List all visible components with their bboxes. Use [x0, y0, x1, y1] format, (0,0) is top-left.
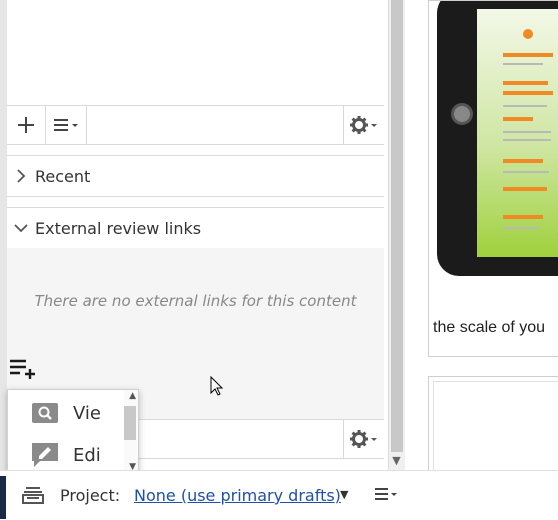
tablet-screen-line — [503, 227, 539, 229]
tablet-screen-line — [503, 117, 533, 121]
preview-inner-frame — [433, 381, 558, 483]
menu-item-label: Edi — [73, 444, 101, 466]
chevron-right-icon — [7, 169, 35, 183]
chevron-down-icon[interactable]: ▼ — [340, 488, 348, 501]
tablet-logo — [523, 29, 533, 39]
context-menu: Vie Edi ▲ ▼ — [7, 389, 139, 477]
tablet-screen-line — [503, 53, 553, 57]
project-label: Project: — [60, 486, 121, 505]
empty-state-message: There are no external links for this con… — [34, 292, 357, 310]
project-icon — [22, 486, 44, 508]
tablet-image — [437, 1, 558, 276]
top-toolbar — [7, 105, 384, 145]
panel-edge — [0, 0, 7, 470]
list-menu-icon — [375, 488, 397, 500]
add-to-list-button[interactable] — [9, 358, 37, 384]
tablet-screen-line — [503, 171, 549, 173]
settings-button[interactable] — [344, 106, 384, 144]
tablet-screen-line — [503, 159, 543, 163]
project-selector[interactable]: None (use primary drafts) — [134, 486, 341, 505]
tablet-screen-line — [503, 139, 551, 141]
content-preview-card[interactable] — [428, 376, 558, 483]
menu-item-edit[interactable]: Edi — [8, 435, 123, 475]
view-options-button[interactable] — [374, 486, 398, 506]
add-button[interactable] — [7, 106, 45, 144]
menu-item-view[interactable]: Vie — [8, 393, 123, 433]
content-gutter — [405, 0, 428, 470]
toolbar-divider — [86, 106, 87, 144]
scroll-down-arrow-icon[interactable]: ▼ — [389, 453, 404, 468]
playlist-add-icon — [10, 359, 35, 379]
preview-caption: the scale of you — [433, 319, 546, 336]
gear-icon — [350, 116, 377, 134]
tablet-screen — [477, 9, 558, 257]
tablet-screen-line — [503, 215, 543, 219]
external-review-section-header[interactable]: External review links — [7, 207, 384, 249]
panel-scrollbar-thumb[interactable] — [391, 0, 403, 452]
menu-scrollbar-thumb[interactable] — [124, 406, 136, 440]
search-icon — [30, 401, 60, 425]
recent-section-header[interactable]: Recent — [7, 155, 384, 197]
tablet-home-button — [451, 103, 473, 125]
window-edge — [0, 476, 6, 519]
tablet-screen-line — [503, 105, 547, 107]
recent-section-label: Recent — [35, 166, 91, 186]
tablet-screen-line — [503, 63, 543, 65]
external-review-section-label: External review links — [35, 218, 202, 238]
tablet-screen-line — [503, 187, 547, 191]
mouse-cursor-icon — [210, 375, 224, 400]
plus-icon — [18, 117, 34, 133]
edit-icon — [30, 443, 60, 467]
scroll-up-arrow-icon[interactable]: ▲ — [129, 391, 136, 401]
content-preview-card[interactable]: the scale of you — [428, 0, 558, 357]
menu-item-label: Vie — [73, 402, 101, 424]
settings-button[interactable] — [344, 420, 384, 458]
tablet-screen-line — [503, 91, 553, 95]
tablet-screen-line — [503, 81, 548, 85]
list-options-button[interactable] — [46, 106, 86, 144]
gear-icon — [350, 430, 377, 448]
chevron-down-icon — [7, 223, 35, 233]
tablet-screen-line — [503, 131, 551, 133]
list-menu-icon — [54, 119, 78, 131]
